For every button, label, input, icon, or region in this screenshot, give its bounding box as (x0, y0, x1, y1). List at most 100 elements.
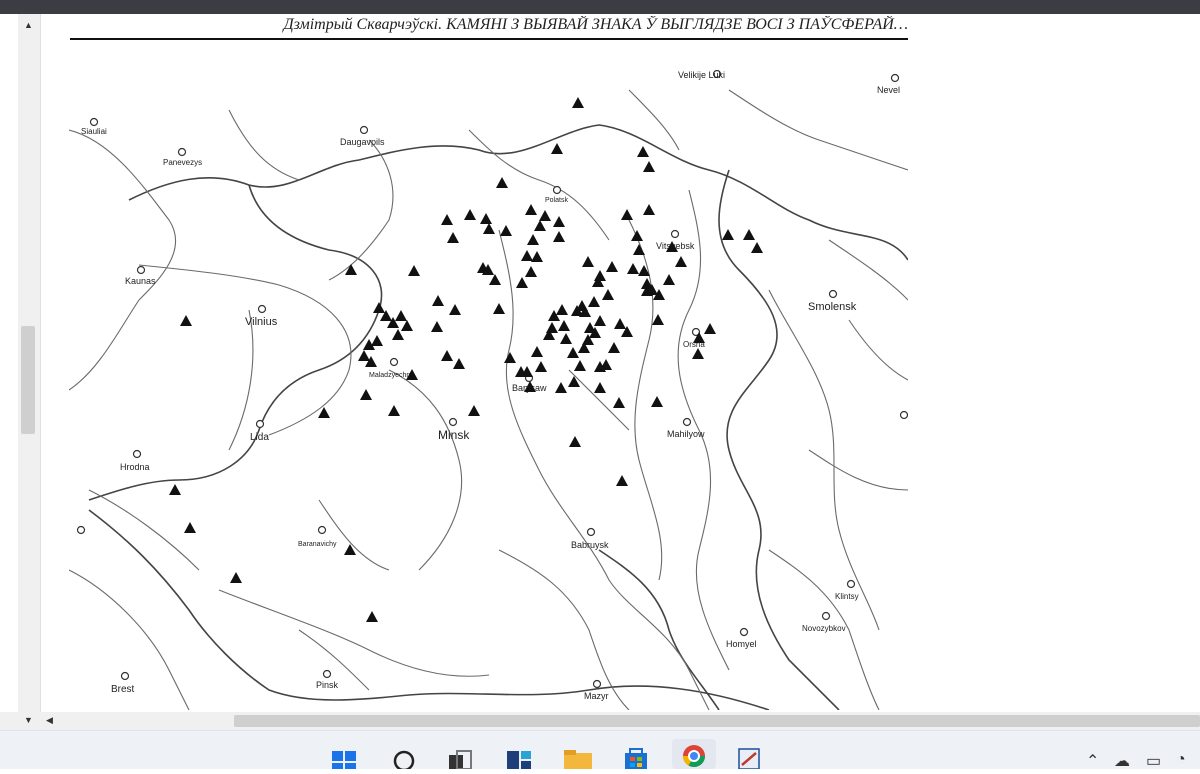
horizontal-scroll-thumb[interactable] (234, 715, 1200, 727)
site-marker (675, 256, 687, 267)
city-marker (682, 417, 692, 427)
city-labels: Velikije Luki Nevel Siauliai Daugavpils … (81, 70, 900, 701)
site-marker (504, 352, 516, 363)
battery-icon[interactable]: ▭ (1146, 751, 1161, 771)
city-marker (359, 125, 369, 135)
site-marker (751, 242, 763, 253)
site-marker (637, 146, 649, 157)
site-marker (432, 295, 444, 306)
task-view-icon[interactable] (445, 745, 473, 770)
city-marker (670, 229, 680, 239)
scroll-down-arrow-icon[interactable]: ▼ (24, 715, 33, 725)
site-marker (534, 220, 546, 231)
scroll-left-arrow-icon[interactable]: ◀ (46, 715, 53, 726)
chevron-up-icon[interactable]: ⌃ (1086, 751, 1099, 771)
city-marker (76, 525, 86, 535)
city-label: Mahilyow (667, 429, 705, 439)
city-marker (448, 417, 458, 427)
city-marker (255, 419, 265, 429)
site-marker (180, 315, 192, 326)
site-marker (594, 315, 606, 326)
site-marker (553, 216, 565, 227)
archaeological-map: Velikije Luki Nevel Siauliai Daugavpils … (69, 70, 908, 710)
site-marker (531, 251, 543, 262)
city-label: Minsk (438, 428, 470, 442)
site-marker (692, 348, 704, 359)
city-marker (322, 669, 332, 679)
city-label: Panevezys (163, 158, 202, 167)
site-marker (373, 302, 385, 313)
chrome-icon[interactable] (672, 739, 716, 769)
site-marker (401, 320, 413, 331)
site-marker (535, 361, 547, 372)
document-viewer-icon[interactable] (736, 745, 764, 770)
site-marker (631, 230, 643, 241)
site-marker (616, 475, 628, 486)
site-marker (567, 347, 579, 358)
wifi-icon[interactable]: ◔ (1176, 751, 1186, 769)
site-marker (613, 397, 625, 408)
vertical-scroll-thumb[interactable] (21, 326, 35, 434)
site-marker (395, 310, 407, 321)
city-label: Velikije Luki (678, 70, 725, 80)
vertical-scrollbar[interactable]: ▲ (18, 14, 41, 714)
site-marker (525, 204, 537, 215)
city-label: Daugavpils (340, 137, 385, 147)
city-marker (120, 671, 130, 681)
city-marker (132, 449, 142, 459)
windows-start-icon[interactable] (330, 745, 358, 769)
window-top-bar (0, 0, 1200, 14)
site-marker (582, 256, 594, 267)
horizontal-scrollbar[interactable]: ▼ ◀ (0, 712, 1200, 730)
site-marker (358, 350, 370, 361)
site-marker (551, 143, 563, 154)
document-running-header: Дзмітрый Скварчэўскі. КАМЯНІ З ВЫЯВАЙ ЗН… (283, 16, 908, 33)
site-marker (652, 314, 664, 325)
site-marker (230, 572, 242, 583)
city-marker (899, 410, 908, 420)
site-marker (184, 522, 196, 533)
site-marker (344, 544, 356, 555)
site-marker (539, 210, 551, 221)
widgets-icon[interactable] (505, 745, 533, 769)
site-marker (169, 484, 181, 495)
microsoft-store-icon[interactable] (622, 745, 650, 769)
city-label: Siauliai (81, 127, 107, 136)
site-marker (441, 214, 453, 225)
site-marker (614, 318, 626, 329)
site-marker (555, 382, 567, 393)
city-label: Homyel (726, 639, 757, 649)
site-marker (558, 320, 570, 331)
site-marker (516, 277, 528, 288)
header-rule (70, 38, 908, 40)
site-marker (560, 333, 572, 344)
city-marker (177, 147, 187, 157)
file-explorer-icon[interactable] (562, 745, 592, 769)
site-marker (663, 274, 675, 285)
site-marker (431, 321, 443, 332)
scroll-up-arrow-icon[interactable]: ▲ (24, 20, 33, 30)
search-icon[interactable] (390, 745, 418, 772)
city-marker (846, 579, 856, 589)
site-marker (553, 231, 565, 242)
city-label: Mazyr (584, 691, 609, 701)
cloud-icon[interactable]: ☁ (1114, 751, 1130, 771)
city-label: Vilnius (245, 316, 278, 328)
site-marker (572, 97, 584, 108)
city-label: Kaunas (125, 276, 156, 286)
site-marker (602, 289, 614, 300)
city-marker (592, 679, 602, 689)
city-marker (828, 289, 838, 299)
city-marker (89, 117, 99, 127)
site-marker (449, 304, 461, 315)
city-label: Pinsk (316, 680, 339, 690)
site-marker (371, 335, 383, 346)
site-marker (468, 405, 480, 416)
site-marker (500, 225, 512, 236)
left-margin (0, 14, 18, 714)
city-marker (552, 185, 562, 195)
site-marker (608, 342, 620, 353)
city-label: Baranavichy (298, 541, 337, 548)
city-label: Hrodna (120, 462, 150, 472)
city-marker (257, 304, 267, 314)
